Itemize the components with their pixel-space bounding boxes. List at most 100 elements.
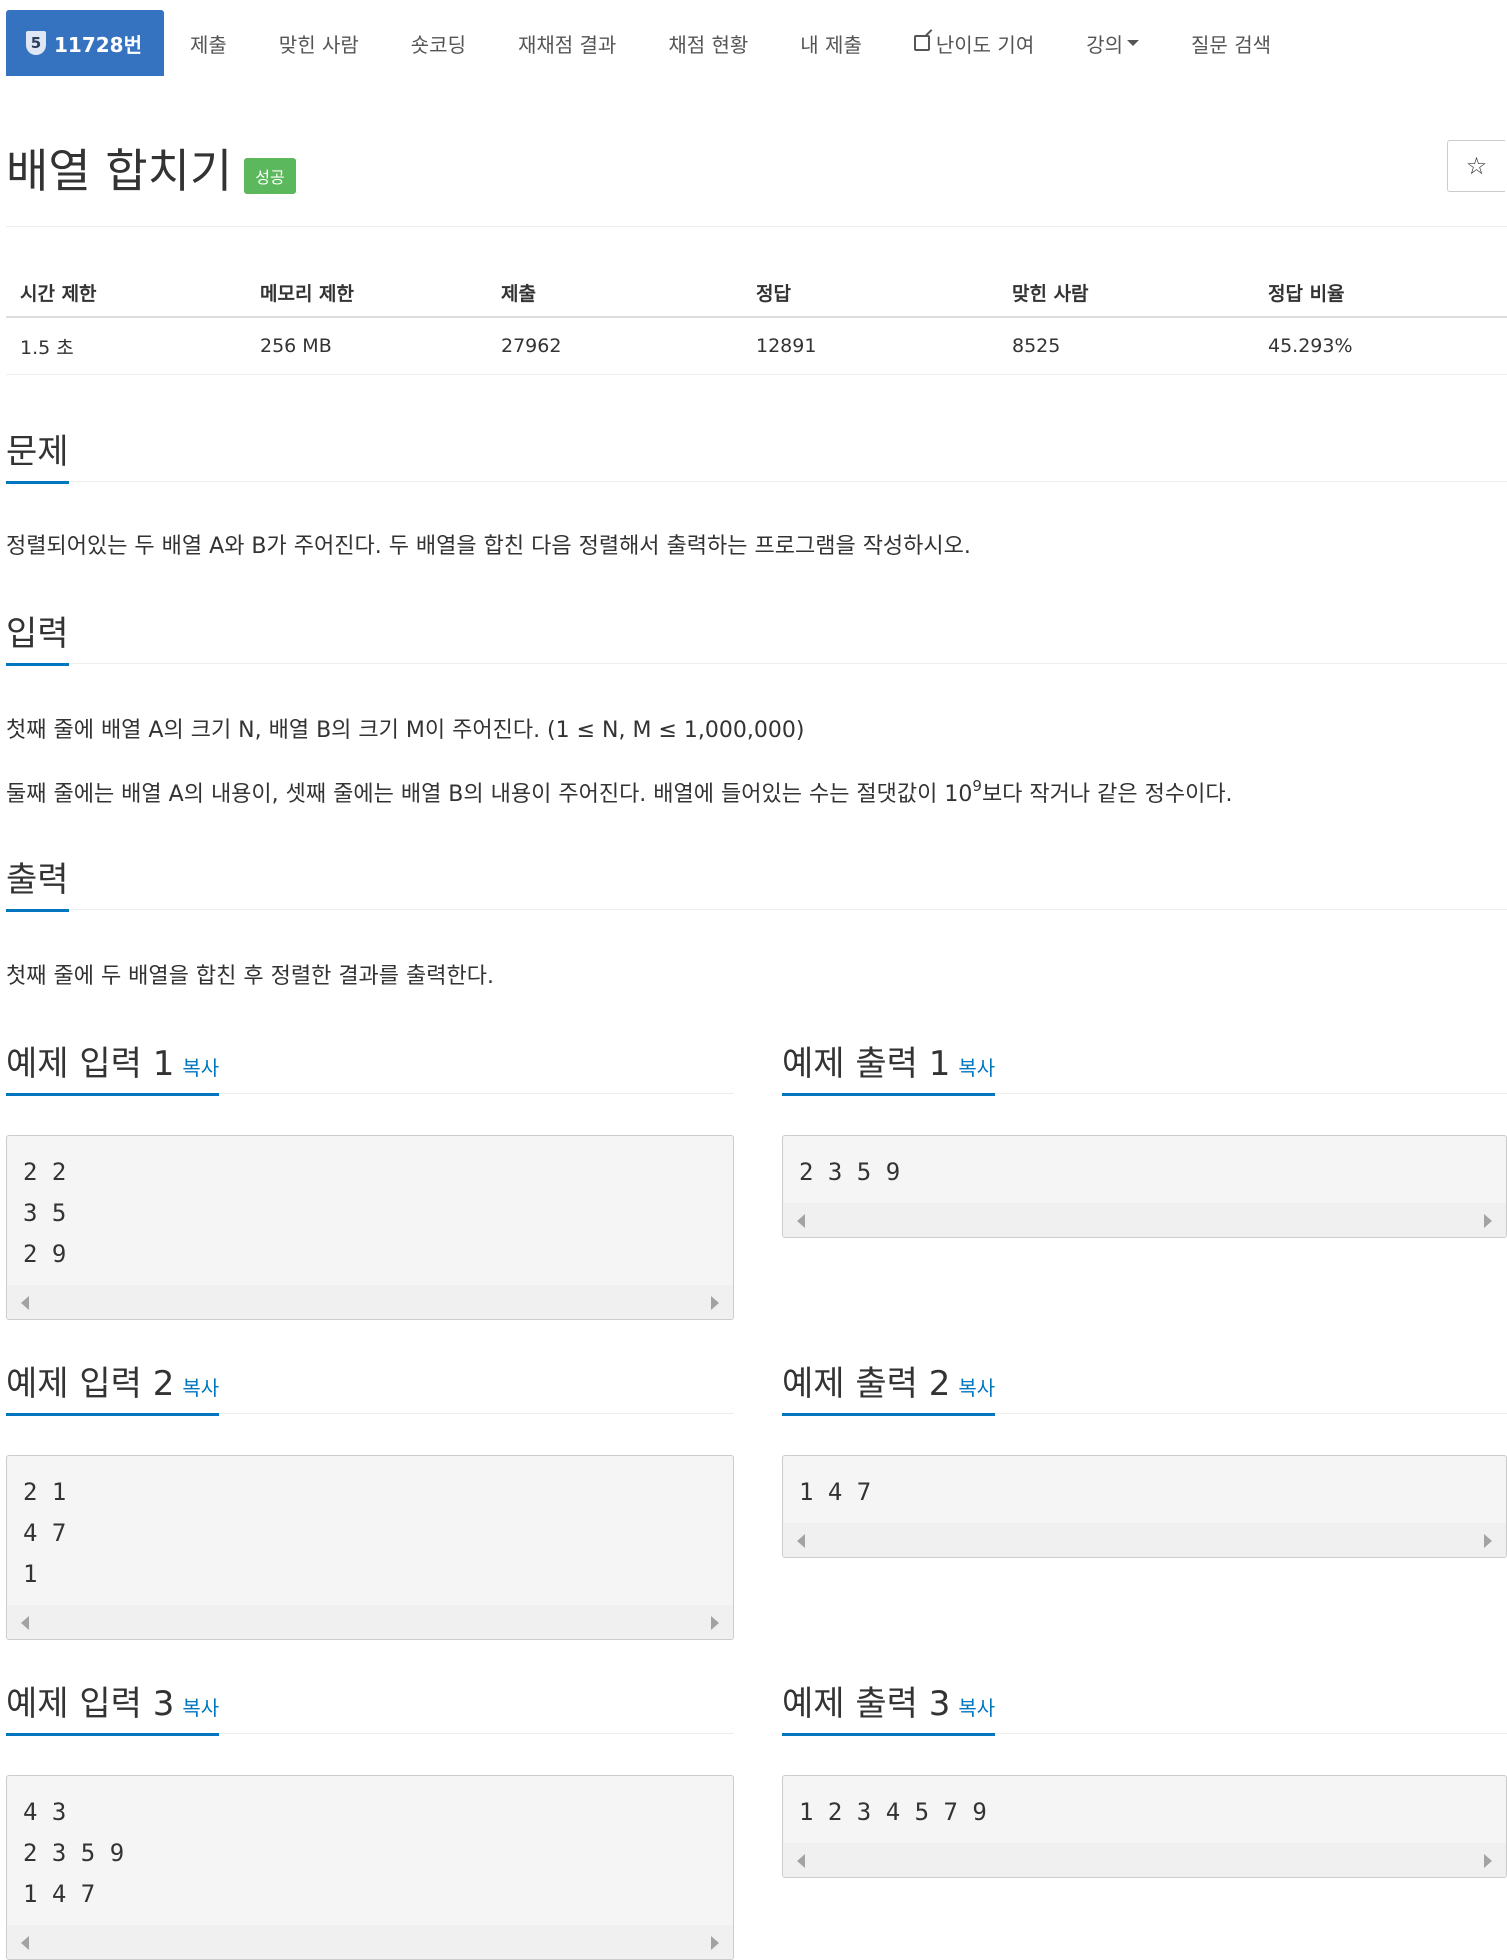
horizontal-scrollbar[interactable] [7, 1605, 733, 1639]
info-memory-limit: 256 MB [260, 335, 332, 357]
input-line-2-text: 둘째 줄에는 배열 A의 내용이, 셋째 줄에는 배열 B의 내용이 주어진다.… [6, 782, 973, 807]
problem-heading: 문제 [6, 424, 69, 484]
sample-output-2-header: 예제 출력 2 복사 [782, 1356, 1507, 1416]
sample-output-3-header: 예제 출력 3 복사 [782, 1676, 1507, 1736]
input-description-line-2: 둘째 줄에는 배열 A의 내용이, 셋째 줄에는 배열 B의 내용이 주어진다.… [6, 776, 1233, 808]
difficulty-contribution-label: 난이도 기여 [935, 32, 1035, 57]
tab-submit[interactable]: 제출 [164, 10, 253, 76]
output-heading: 출력 [6, 852, 69, 912]
star-button[interactable]: ☆ [1447, 140, 1505, 192]
sample-input-1-title-wrap: 예제 입력 1 복사 [6, 1036, 220, 1096]
scroll-left-icon[interactable] [21, 1616, 29, 1630]
tier-badge-icon: 5 [26, 31, 46, 55]
info-header-row: 시간 제한 메모리 제한 제출 정답 맞힌 사람 정답 비율 [6, 268, 1507, 318]
sample-output-3-content: 1 2 3 4 5 7 9 [799, 1798, 987, 1826]
copy-sample-output-2-button[interactable]: 복사 [958, 1376, 995, 1400]
sample-output-3-box: 1 2 3 4 5 7 9 [782, 1775, 1507, 1878]
problem-title: 배열 합치기 [6, 144, 233, 198]
copy-sample-input-2-button[interactable]: 복사 [182, 1376, 219, 1400]
scroll-left-icon[interactable] [797, 1854, 805, 1868]
sample-output-2-content: 1 4 7 [799, 1478, 872, 1506]
sample-output-1-content: 2 3 5 9 [799, 1158, 901, 1186]
sample-input-3-box: 4 3 2 3 5 9 1 4 7 [6, 1775, 734, 1960]
output-description: 첫째 줄에 두 배열을 합친 후 정렬한 결과를 출력한다. [6, 964, 494, 989]
tab-question-search[interactable]: 질문 검색 [1165, 10, 1297, 76]
tab-problem[interactable]: 5 11728번 [6, 10, 164, 76]
tab-solved-users[interactable]: 맞힌 사람 [253, 10, 385, 76]
sample-input-1-box: 2 2 3 5 2 9 [6, 1135, 734, 1320]
scroll-right-icon[interactable] [711, 1616, 719, 1630]
horizontal-scrollbar[interactable] [7, 1925, 733, 1959]
info-value-row: 1.5 초 256 MB 27962 12891 8525 45.293% [6, 318, 1507, 375]
sample-input-2-header: 예제 입력 2 복사 [6, 1356, 734, 1416]
external-link-icon [913, 35, 930, 51]
sample-input-3-header: 예제 입력 3 복사 [6, 1676, 734, 1736]
star-icon: ☆ [1465, 152, 1488, 180]
horizontal-scrollbar[interactable] [7, 1285, 733, 1319]
tab-my-submissions[interactable]: 내 제출 [774, 10, 888, 76]
sample-output-2-title-wrap: 예제 출력 2 복사 [782, 1356, 996, 1416]
sample-input-2-title: 예제 입력 2 [6, 1364, 175, 1404]
tab-short-coding[interactable]: 숏코딩 [385, 10, 492, 76]
sample-input-1-header: 예제 입력 1 복사 [6, 1036, 734, 1096]
status-badge: 성공 [244, 158, 296, 194]
horizontal-scrollbar[interactable] [783, 1523, 1506, 1557]
horizontal-scrollbar[interactable] [783, 1843, 1506, 1877]
sample-input-2-content: 2 1 4 7 1 [23, 1478, 67, 1588]
input-section-header: 입력 [6, 606, 1507, 666]
lectures-label: 강의 [1086, 32, 1124, 57]
exponent: 9 [972, 776, 982, 795]
copy-sample-output-1-button[interactable]: 복사 [958, 1056, 995, 1080]
tab-difficulty-contribution[interactable]: 난이도 기여 [888, 10, 1060, 76]
sample-output-1-box: 2 3 5 9 [782, 1135, 1507, 1238]
info-submissions: 27962 [501, 335, 562, 357]
info-header-accept-ratio: 정답 비율 [1268, 282, 1345, 305]
copy-sample-input-3-button[interactable]: 복사 [182, 1696, 219, 1720]
sample-output-3-title: 예제 출력 3 [782, 1684, 951, 1724]
scroll-right-icon[interactable] [1484, 1534, 1492, 1548]
copy-sample-output-3-button[interactable]: 복사 [958, 1696, 995, 1720]
problem-info-table: 시간 제한 메모리 제한 제출 정답 맞힌 사람 정답 비율 1.5 초 256… [6, 268, 1507, 375]
sample-output-1-header: 예제 출력 1 복사 [782, 1036, 1507, 1096]
input-description-line-1: 첫째 줄에 배열 A의 크기 N, 배열 B의 크기 M이 주어진다. (1 ≤… [6, 718, 805, 743]
problem-description: 정렬되어있는 두 배열 A와 B가 주어진다. 두 배열을 합친 다음 정렬해서… [6, 534, 971, 559]
sample-output-3-title-wrap: 예제 출력 3 복사 [782, 1676, 996, 1736]
info-header-submissions: 제출 [501, 282, 536, 305]
sample-input-1-title: 예제 입력 1 [6, 1044, 175, 1084]
info-solved-users: 8525 [1012, 335, 1061, 357]
sample-output-2-title: 예제 출력 2 [782, 1364, 951, 1404]
problem-page: 5 11728번 제출 맞힌 사람 숏코딩 재채점 결과 채점 현황 내 제출 … [0, 0, 1507, 1960]
scroll-right-icon[interactable] [711, 1296, 719, 1310]
scroll-left-icon[interactable] [21, 1296, 29, 1310]
scroll-left-icon[interactable] [21, 1936, 29, 1950]
tab-lectures[interactable]: 강의 [1060, 10, 1165, 76]
tab-judge-status[interactable]: 채점 현황 [642, 10, 774, 76]
sample-input-3-title: 예제 입력 3 [6, 1684, 175, 1724]
problem-number: 11728번 [54, 32, 142, 57]
title-row: 배열 합치기 성공 [6, 135, 296, 201]
tab-rejudge-results[interactable]: 재채점 결과 [492, 10, 642, 76]
scroll-left-icon[interactable] [797, 1534, 805, 1548]
problem-section-header: 문제 [6, 424, 1507, 484]
scroll-left-icon[interactable] [797, 1214, 805, 1228]
info-accept-ratio: 45.293% [1268, 335, 1353, 357]
sample-input-2-box: 2 1 4 7 1 [6, 1455, 734, 1640]
title-divider [6, 226, 1507, 227]
info-time-limit: 1.5 초 [20, 336, 74, 359]
sample-input-3-title-wrap: 예제 입력 3 복사 [6, 1676, 220, 1736]
info-header-accepted: 정답 [756, 282, 791, 305]
horizontal-scrollbar[interactable] [783, 1203, 1506, 1237]
info-header-solved-users: 맞힌 사람 [1012, 282, 1089, 305]
sample-output-2-box: 1 4 7 [782, 1455, 1507, 1558]
info-header-time-limit: 시간 제한 [20, 282, 97, 305]
scroll-right-icon[interactable] [1484, 1854, 1492, 1868]
sample-output-1-title-wrap: 예제 출력 1 복사 [782, 1036, 996, 1096]
problem-nav: 5 11728번 제출 맞힌 사람 숏코딩 재채점 결과 채점 현황 내 제출 … [6, 10, 1297, 76]
input-line-2-tail: 보다 작거나 같은 정수이다. [981, 782, 1233, 807]
sample-input-1-content: 2 2 3 5 2 9 [23, 1158, 67, 1268]
sample-input-3-content: 4 3 2 3 5 9 1 4 7 [23, 1798, 125, 1908]
copy-sample-input-1-button[interactable]: 복사 [182, 1056, 219, 1080]
sample-output-1-title: 예제 출력 1 [782, 1044, 951, 1084]
scroll-right-icon[interactable] [711, 1936, 719, 1950]
scroll-right-icon[interactable] [1484, 1214, 1492, 1228]
